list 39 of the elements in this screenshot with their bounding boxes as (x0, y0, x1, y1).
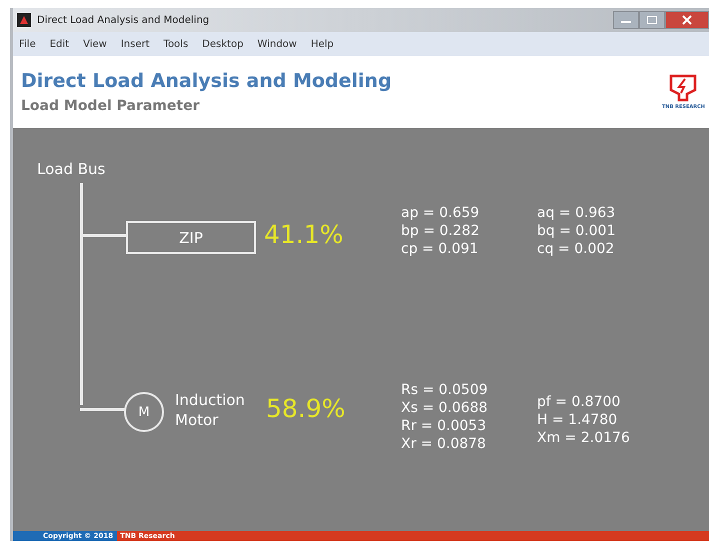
parameter-value: Xs = 0.0688 (401, 399, 488, 417)
minimize-button[interactable] (613, 11, 639, 29)
menu-item[interactable]: Desktop (202, 38, 244, 50)
window-title: Direct Load Analysis and Modeling (37, 14, 210, 26)
menu-item[interactable]: Edit (50, 38, 70, 50)
menu-item[interactable]: Tools (164, 38, 188, 50)
app-heading: Direct Load Analysis and Modeling (21, 70, 392, 92)
app-icon (17, 13, 31, 27)
parameter-value: aq = 0.963 (537, 204, 616, 222)
branch-line (80, 234, 126, 237)
zip-block: ZIP (126, 221, 256, 254)
maximize-button[interactable] (639, 11, 665, 29)
motor-label: Induction Motor (175, 390, 246, 430)
menu-item[interactable]: Help (310, 38, 334, 50)
bus-label: Load Bus (37, 160, 106, 178)
branch-line (80, 408, 126, 411)
menu-item[interactable]: Window (257, 38, 297, 50)
parameter-value: H = 1.4780 (537, 411, 618, 429)
parameter-value: bp = 0.282 (401, 222, 480, 240)
maximize-icon (647, 16, 657, 24)
menu-item[interactable]: Insert (120, 38, 150, 50)
parameter-value: cp = 0.091 (401, 240, 480, 258)
parameter-value: Xm = 2.0176 (537, 429, 630, 447)
motor-symbol: M (124, 392, 164, 432)
parameter-value: cq = 0.002 (537, 240, 616, 258)
parameter-value: Xr = 0.0878 (401, 435, 487, 453)
parameter-value: ap = 0.659 (401, 204, 480, 222)
parameter-value: Rr = 0.0053 (401, 417, 488, 435)
motor-percentage: 58.9% (266, 394, 346, 423)
menu-item[interactable]: View (83, 38, 107, 50)
close-button[interactable] (665, 11, 709, 29)
zip-percentage: 41.1% (264, 220, 344, 249)
parameter-value: pf = 0.8700 (537, 393, 622, 411)
close-icon (682, 15, 692, 25)
parameter-value: Rs = 0.0509 (401, 381, 488, 399)
menu-item[interactable]: File (19, 38, 36, 50)
page-subtitle: Load Model Parameter (21, 98, 200, 114)
parameter-value: bq = 0.001 (537, 222, 616, 240)
logo-icon (668, 74, 698, 102)
